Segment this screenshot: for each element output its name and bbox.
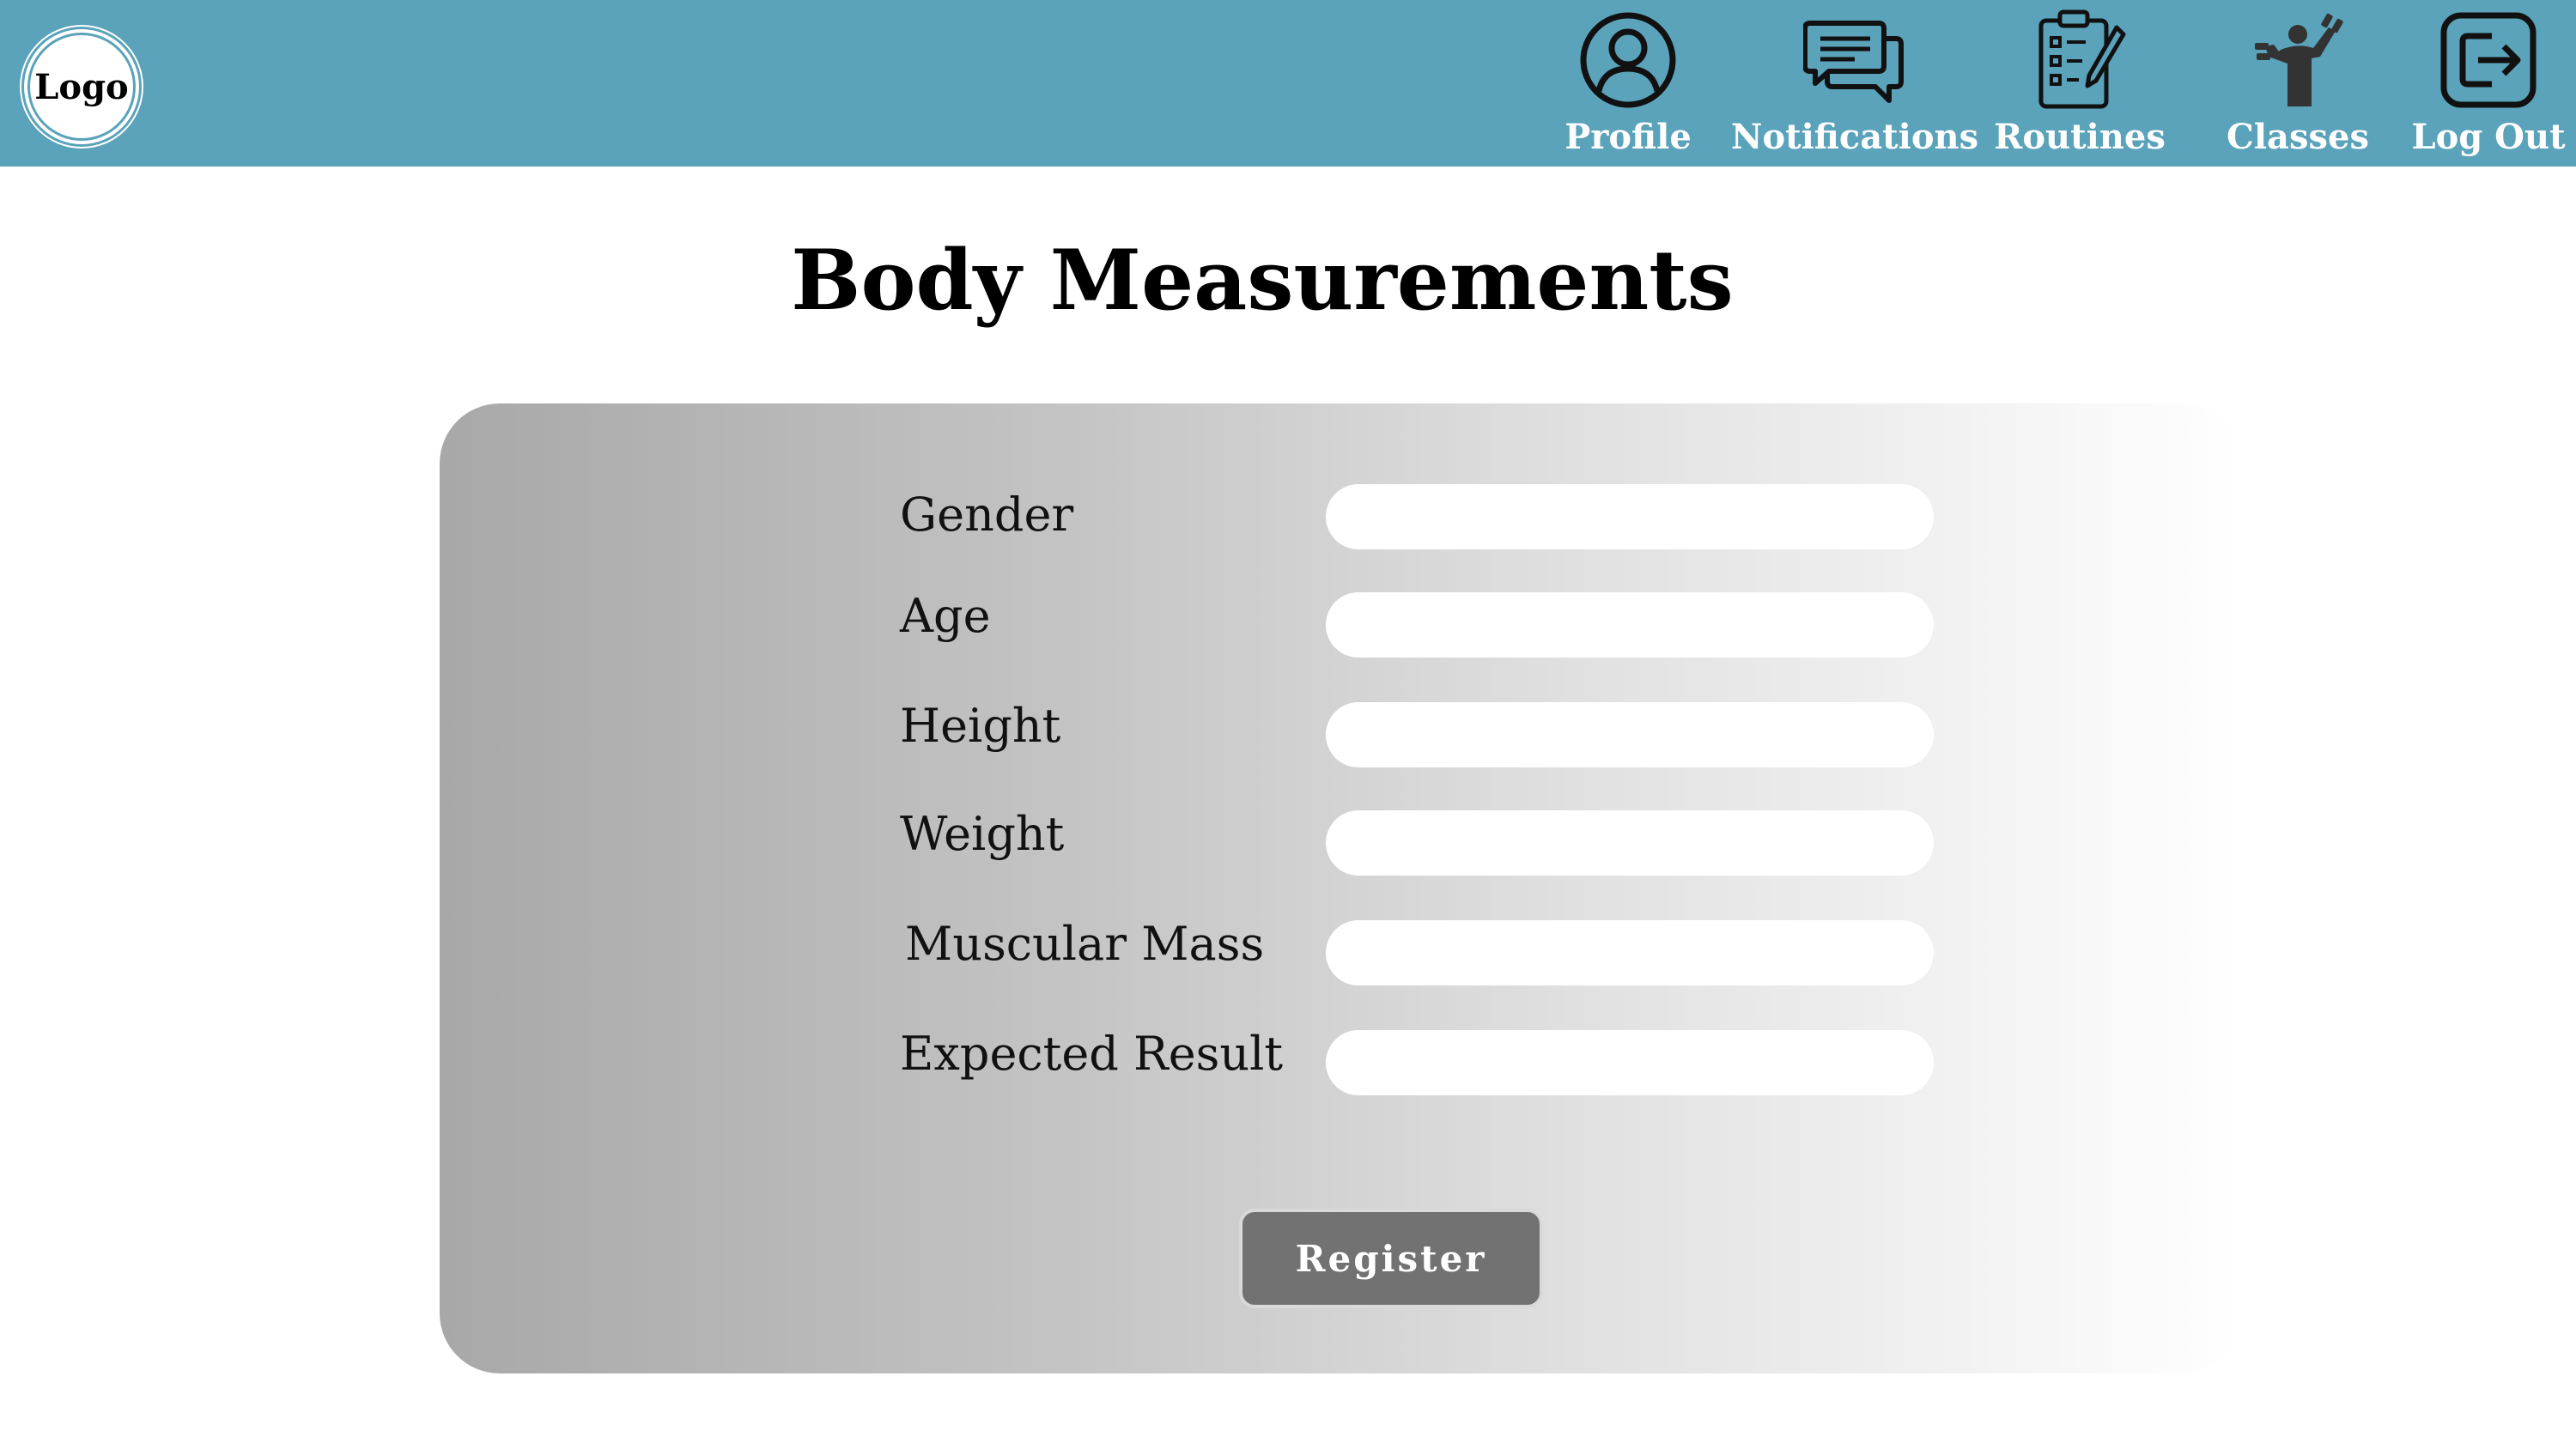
- top-navigation-bar: Logo Profile Notifications Routines Clas…: [0, 0, 2576, 167]
- age-input[interactable]: [1326, 592, 1934, 658]
- muscular-mass-label: Muscular Mass: [905, 917, 1265, 971]
- nav-notifications-label: Notifications: [1730, 117, 1979, 157]
- weight-input[interactable]: [1326, 810, 1934, 876]
- weight-label: Weight: [900, 807, 1065, 861]
- logout-icon: [2437, 9, 2540, 112]
- clipboard-checklist-icon: [2028, 9, 2131, 112]
- expected-result-label: Expected Result: [900, 1027, 1284, 1081]
- page-title: Body Measurements: [791, 232, 1734, 329]
- nav-notifications[interactable]: Notifications: [1731, 9, 1978, 163]
- nav-profile[interactable]: Profile: [1564, 9, 1692, 163]
- height-input[interactable]: [1326, 702, 1934, 767]
- nav-logout-label: Log Out: [2411, 117, 2566, 157]
- logo-text: Logo: [27, 33, 136, 141]
- register-button[interactable]: Register: [1239, 1209, 1543, 1308]
- age-label: Age: [900, 589, 991, 643]
- nav-logout[interactable]: Log Out: [2411, 9, 2566, 163]
- gender-input[interactable]: [1326, 484, 1934, 549]
- muscular-mass-input[interactable]: [1326, 920, 1934, 985]
- nav-profile-label: Profile: [1564, 117, 1692, 157]
- height-label: Height: [900, 699, 1061, 753]
- nav-routines-label: Routines: [1994, 117, 2166, 157]
- expected-result-input[interactable]: [1326, 1030, 1934, 1095]
- logo[interactable]: Logo: [24, 29, 139, 144]
- weightlifter-icon: [2246, 9, 2349, 112]
- gender-label: Gender: [900, 488, 1074, 542]
- nav-classes-label: Classes: [2227, 117, 2369, 157]
- nav-routines[interactable]: Routines: [1994, 9, 2166, 163]
- chat-bubbles-icon: [1803, 9, 1906, 112]
- profile-icon: [1577, 9, 1680, 112]
- nav-classes[interactable]: Classes: [2221, 9, 2375, 163]
